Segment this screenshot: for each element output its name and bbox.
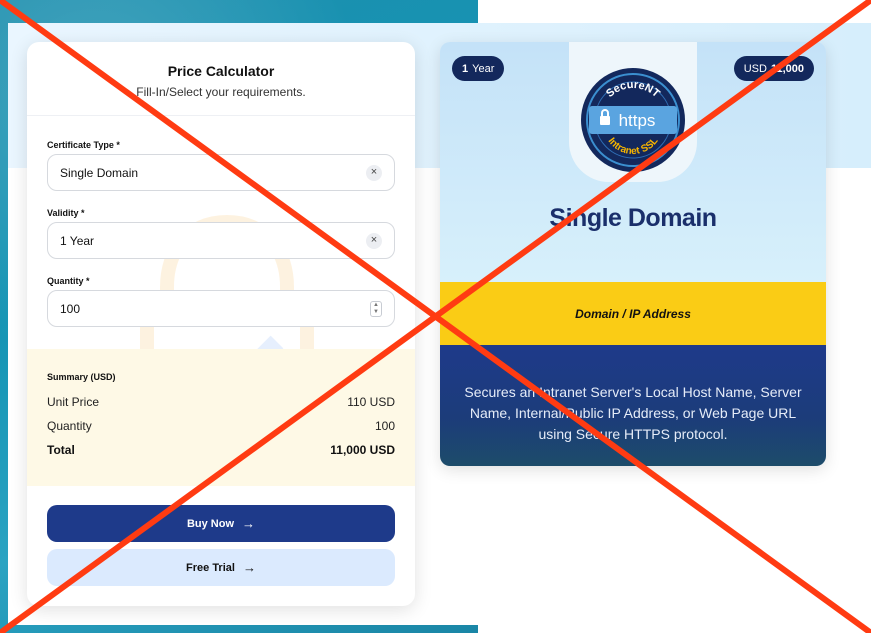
summary-title: Summary (USD) (47, 372, 116, 382)
quantity-value: 100 (60, 301, 81, 316)
buy-now-button[interactable]: Buy Now → (47, 505, 395, 542)
buy-now-label: Buy Now (186, 517, 235, 530)
validity-badge-unit: Year (472, 62, 495, 75)
unit-price-value: 110 USD (347, 395, 395, 409)
total-value: 11,000 USD (330, 443, 395, 457)
calculator-subtitle: Fill-In/Select your requirements. (136, 85, 306, 99)
certificate-type-select[interactable]: Single Domain × (47, 154, 395, 191)
validity-badge: 1 Year (452, 56, 505, 81)
clear-icon[interactable]: × (366, 232, 382, 249)
arrow-right-icon: → (242, 516, 256, 531)
product-description: Secures an Intranet Server's Local Host … (440, 345, 826, 466)
certificate-type-value: Single Domain (60, 165, 139, 180)
validity-select[interactable]: 1 Year × (47, 222, 395, 259)
quantity-row: Quantity 100 (47, 419, 395, 433)
price-badge-amount: 11,000 (770, 62, 804, 75)
product-card-top: 1 Year USD 11,000 SecureNT https Intrane… (440, 42, 826, 282)
product-name: Single Domain (549, 204, 717, 232)
quantity-summary-value: 100 (374, 419, 395, 433)
quantity-summary-label: Quantity (47, 419, 92, 433)
calculator-title: Price Calculator (167, 63, 275, 79)
seal-main-text: https (619, 111, 656, 130)
top-white-strip (478, 0, 871, 23)
arrow-right-icon: → (242, 560, 256, 575)
clear-icon[interactable]: × (366, 164, 382, 181)
free-trial-button[interactable]: Free Trial → (47, 549, 395, 586)
securent-seal-logo: SecureNT https Intranet SSL (581, 68, 685, 172)
quantity-stepper-icon[interactable]: ▲ ▼ (370, 300, 382, 317)
quantity-input[interactable]: 100 ▲ ▼ (47, 290, 395, 327)
validity-badge-number: 1 (462, 62, 469, 75)
calculator-form: Certificate Type * Single Domain × Valid… (27, 116, 415, 327)
domain-ip-field: Domain / IP Address (440, 282, 826, 345)
price-badge-currency: USD (743, 62, 767, 75)
price-calculator-card: Price Calculator Fill-In/Select your req… (27, 42, 415, 606)
calculator-header: Price Calculator Fill-In/Select your req… (27, 42, 415, 116)
price-badge: USD 11,000 (733, 56, 814, 81)
product-card: 1 Year USD 11,000 SecureNT https Intrane… (440, 42, 826, 466)
validity-label: Validity * (47, 208, 85, 218)
unit-price-label: Unit Price (47, 395, 100, 409)
total-label: Total (47, 443, 75, 457)
validity-value: 1 Year (60, 233, 95, 248)
certificate-type-label: Certificate Type * (47, 140, 120, 150)
free-trial-label: Free Trial (186, 561, 235, 574)
summary-section: Summary (USD) Unit Price 110 USD Quantit… (27, 349, 415, 486)
unit-price-row: Unit Price 110 USD (47, 395, 395, 409)
quantity-label: Quantity * (47, 276, 90, 286)
total-row: Total 11,000 USD (47, 443, 395, 457)
